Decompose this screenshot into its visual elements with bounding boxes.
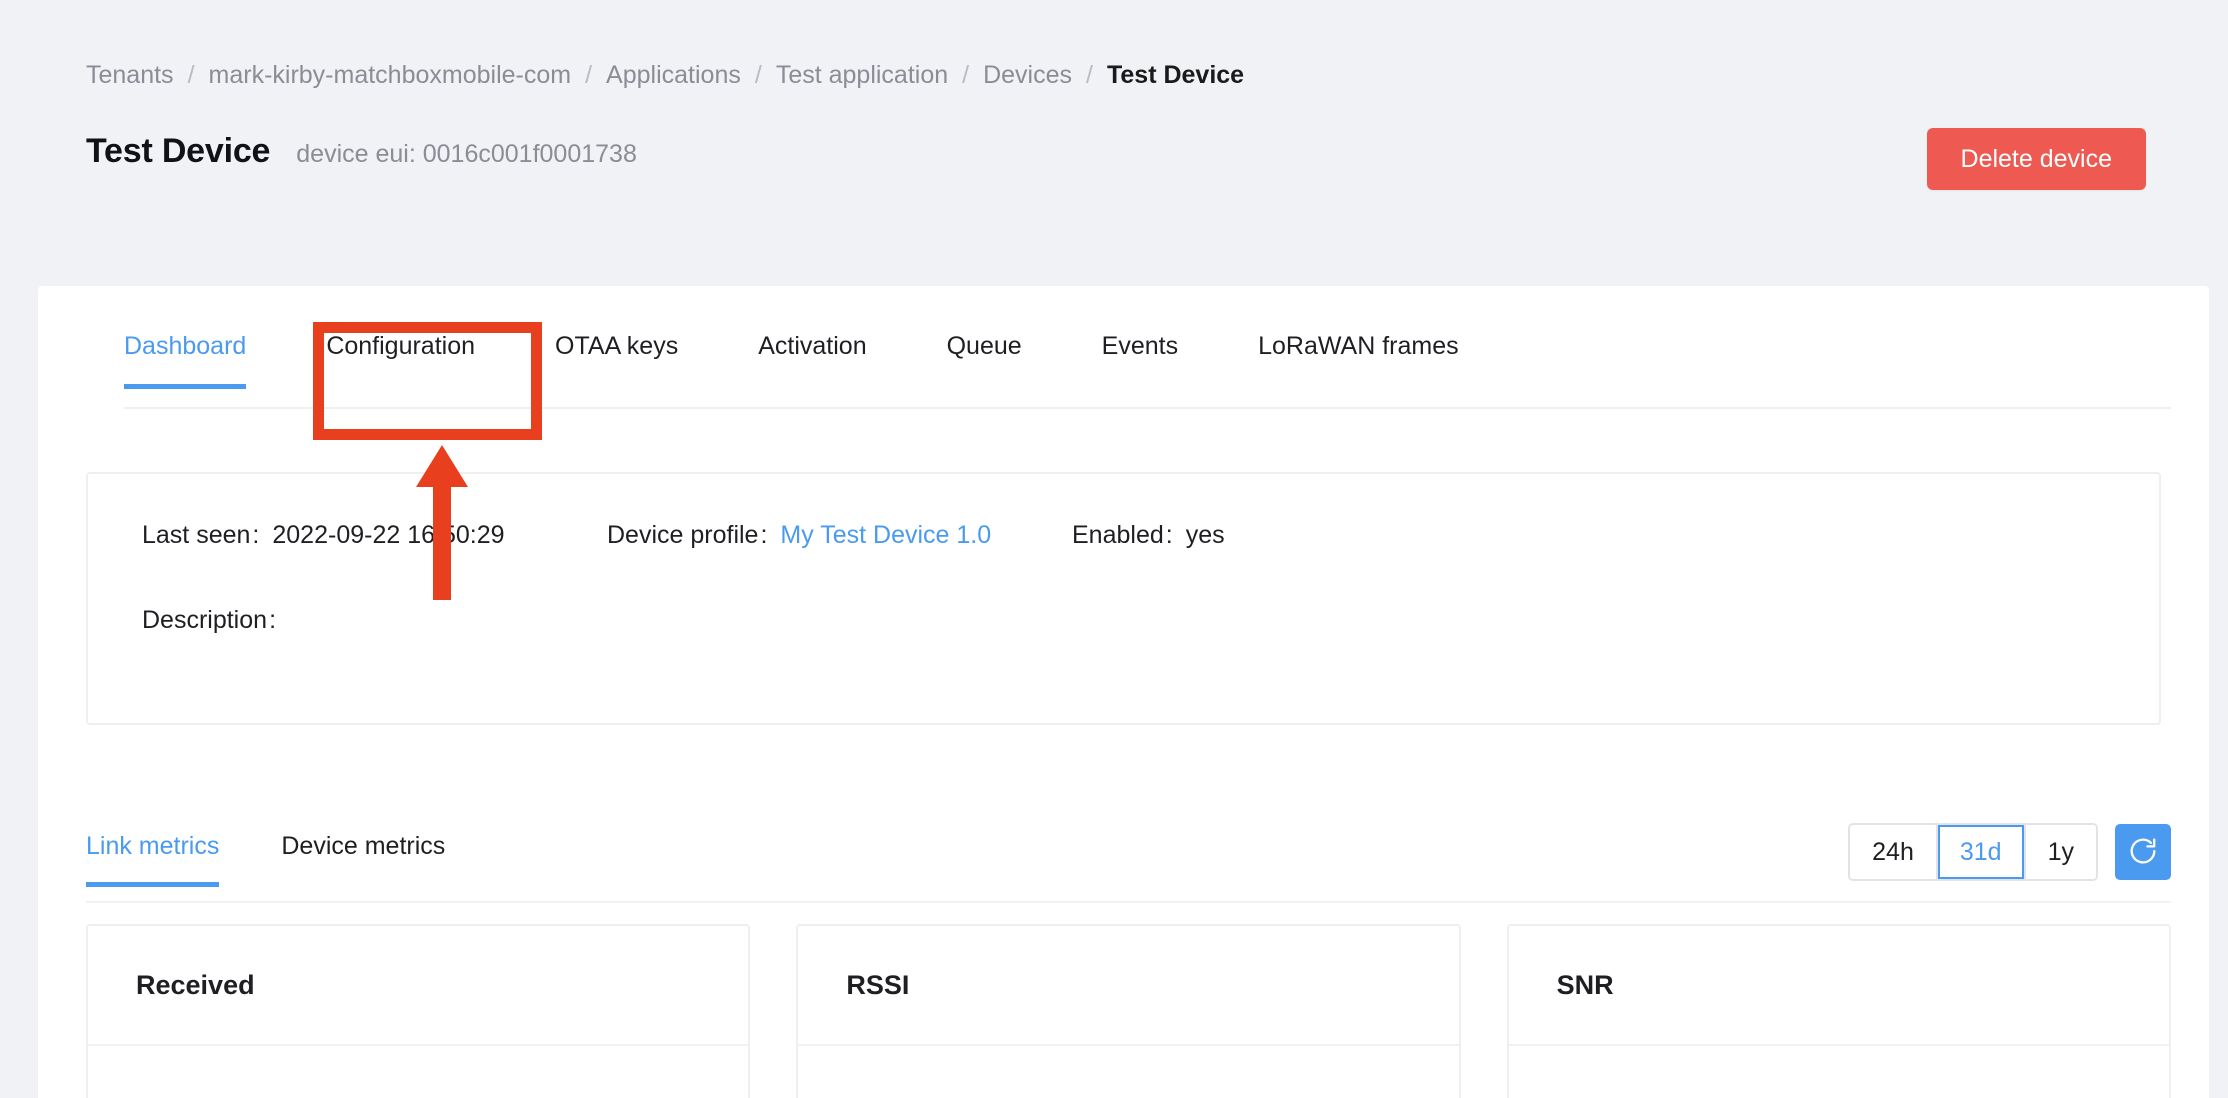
range-button-31d[interactable]: 31d: [1937, 825, 2026, 879]
breadcrumb-separator: /: [1086, 61, 1093, 89]
metric-card-title: RSSI: [798, 926, 1459, 1046]
colon: :: [760, 521, 768, 549]
tab-configuration[interactable]: Configuration: [326, 331, 475, 389]
breadcrumb-separator: /: [585, 61, 593, 89]
enabled-value: yes: [1185, 521, 1225, 549]
page-title: Test Device: [86, 132, 271, 170]
enabled-label: Enabled: [1072, 521, 1164, 549]
device-profile-label: Device profile: [607, 521, 759, 549]
info-column-middle: Device profile: My Test Device 1.0: [607, 520, 1072, 635]
metric-card-snr: SNR: [1506, 924, 2171, 1098]
device-tabs: Dashboard Configuration OTAA keys Activa…: [124, 331, 2209, 409]
info-column-left: Last seen: 2022-09-22 16:50:29 Descriptio…: [142, 520, 607, 635]
last-seen-row: Last seen: 2022-09-22 16:50:29: [142, 520, 607, 550]
device-info-card: Last seen: 2022-09-22 16:50:29 Descriptio…: [86, 472, 2161, 725]
metric-card-row: Received RSSI SNR: [86, 924, 2171, 1098]
refresh-button[interactable]: [2115, 824, 2171, 880]
device-dashboard-page: Tenants / mark-kirby-matchboxmobile-com …: [0, 0, 2228, 1098]
tab-link-metrics[interactable]: Link metrics: [86, 831, 220, 887]
device-info-grid: Last seen: 2022-09-22 16:50:29 Descriptio…: [142, 520, 2159, 635]
breadcrumb-item-applications[interactable]: Applications: [606, 60, 741, 90]
description-row: Description:: [142, 605, 607, 635]
tab-otaa-keys[interactable]: OTAA keys: [555, 331, 678, 389]
last-seen-label: Last seen: [142, 521, 251, 549]
range-button-group: 24h 31d 1y: [1848, 823, 2098, 881]
enabled-row: Enabled: yes: [1072, 520, 1472, 550]
metric-card-received: Received: [86, 924, 751, 1098]
breadcrumb-item-tenant-name[interactable]: mark-kirby-matchboxmobile-com: [209, 60, 572, 90]
breadcrumb-separator: /: [962, 61, 970, 89]
refresh-icon: [2127, 835, 2159, 870]
tab-device-metrics[interactable]: Device metrics: [281, 831, 445, 887]
breadcrumb-item-test-application[interactable]: Test application: [776, 60, 948, 90]
range-button-24h[interactable]: 24h: [1850, 825, 1938, 879]
colon: :: [269, 606, 277, 634]
description-label: Description: [142, 606, 268, 634]
page-header: Test Device device eui: 0016c001f0001738: [86, 132, 637, 171]
content-panel: Dashboard Configuration OTAA keys Activa…: [38, 286, 2209, 1098]
metric-card-title: Received: [88, 926, 749, 1046]
colon: :: [252, 521, 260, 549]
breadcrumb: Tenants / mark-kirby-matchboxmobile-com …: [86, 60, 1244, 90]
range-button-1y[interactable]: 1y: [2025, 825, 2096, 879]
breadcrumb-separator: /: [754, 61, 762, 89]
tab-dashboard[interactable]: Dashboard: [124, 331, 247, 389]
metrics-range-controls: 24h 31d 1y: [1848, 823, 2171, 881]
tab-activation[interactable]: Activation: [758, 331, 866, 389]
device-eui-label: device eui: 0016c001f0001738: [296, 140, 637, 168]
tab-lorawan-frames[interactable]: LoRaWAN frames: [1258, 331, 1459, 389]
breadcrumb-item-current: Test Device: [1106, 61, 1245, 89]
metric-card-title: SNR: [1508, 926, 2169, 1046]
colon: :: [1165, 521, 1173, 549]
device-profile-row: Device profile: My Test Device 1.0: [607, 520, 1072, 550]
info-column-right: Enabled: yes: [1072, 520, 1472, 635]
breadcrumb-item-tenants[interactable]: Tenants: [86, 60, 174, 90]
device-profile-link[interactable]: My Test Device 1.0: [780, 521, 991, 549]
metric-card-body: [798, 1046, 1458, 1098]
metric-card-rssi: RSSI: [796, 924, 1461, 1098]
metric-card-body: [88, 1046, 748, 1098]
delete-device-button[interactable]: Delete device: [1926, 128, 2146, 190]
last-seen-value: 2022-09-22 16:50:29: [272, 521, 505, 549]
metric-card-body: [1509, 1046, 2169, 1098]
tab-queue[interactable]: Queue: [947, 331, 1022, 389]
breadcrumb-separator: /: [187, 61, 195, 89]
tab-events[interactable]: Events: [1102, 331, 1178, 389]
breadcrumb-item-devices[interactable]: Devices: [983, 60, 1072, 90]
